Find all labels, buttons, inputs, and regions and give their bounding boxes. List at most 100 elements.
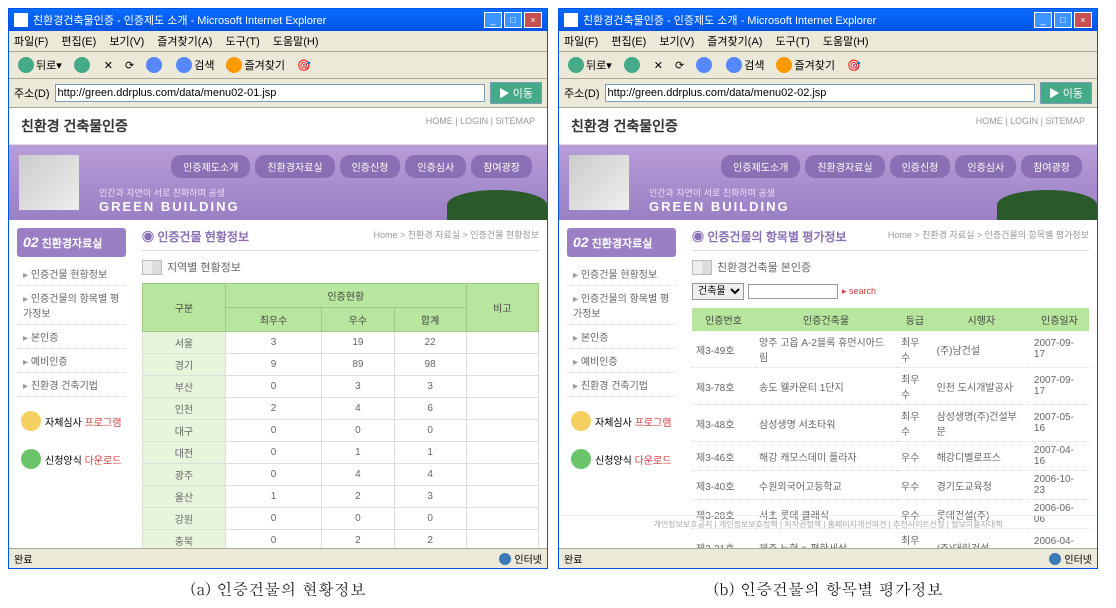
site-links[interactable]: HOME | LOGIN | SITEMAP [426,116,535,136]
forward-button[interactable] [70,55,96,75]
sidebar-item[interactable]: 친환경 건축기법 [567,373,676,397]
cell-good: 4 [322,464,394,486]
maximize-button[interactable]: □ [504,12,522,28]
list-row[interactable]: 제3-49호양주 고읍 A-2블록 휴먼시아드림최우수(주)남건설2007-09… [692,331,1089,368]
titlebar[interactable]: 친환경건축물인증 - 인증제도 소개 - Microsoft Internet … [9,9,547,31]
cell-note [466,354,538,376]
cell-building: 양주 고읍 A-2블록 휴먼시아드림 [755,331,897,368]
close-button[interactable]: × [1074,12,1092,28]
site-logo[interactable]: 친환경 건축물인증 [21,116,128,136]
list-row[interactable]: 제3-21호제주 노형 e-편한세상최우수(주)대림건설2006-04-14 [692,529,1089,549]
sidebar-badge-program[interactable]: 자체심사 프로그램 [567,407,676,435]
site-links[interactable]: HOME | LOGIN | SITEMAP [976,116,1085,136]
list-row[interactable]: 제3-78호송도 웰카운티 1단지최우수인천 도시개발공사2007-09-17 [692,368,1089,405]
nav-item[interactable]: 인증심사 [955,155,1016,178]
list-row[interactable]: 제3-46호해강 캐모스데미 플라자우수해강디벨로프스2007-04-16 [692,442,1089,471]
media-button[interactable]: 🎯 [293,57,315,74]
nav-item[interactable]: 친환경자료실 [805,155,884,178]
sidebar-item[interactable]: 인증건물 현황정보 [17,262,126,286]
menu-file[interactable]: 파일(F) [14,36,48,48]
sidebar-item[interactable]: 본인증 [17,325,126,349]
nav-item[interactable]: 인증제도소개 [171,155,250,178]
cell-grade: 최우수 [897,331,933,368]
sidebar-badge-program[interactable]: 자체심사 프로그램 [17,407,126,435]
globe-icon [499,553,511,565]
go-button[interactable]: ▶ 이동 [1040,82,1092,104]
stop-button[interactable]: ✕ [100,57,117,74]
sidebar-item[interactable]: 예비인증 [17,349,126,373]
home-button[interactable] [692,55,718,75]
menu-favorites[interactable]: 즐겨찾기(A) [707,36,762,48]
search-input[interactable] [748,284,838,299]
nav-item[interactable]: 인증제도소개 [721,155,800,178]
nav-item[interactable]: 참여광장 [471,155,532,178]
sidebar-item[interactable]: 본인증 [567,325,676,349]
favorites-button[interactable]: 즐겨찾기 [222,55,288,75]
nav-item[interactable]: 참여광장 [1021,155,1082,178]
list-row[interactable]: 제3-48호삼성생명 서초타워최우수삼성생명(주)건설부문2007-05-16 [692,405,1089,442]
home-button[interactable] [142,55,168,75]
address-label: 주소(D) [14,85,50,101]
cell-good: 2 [322,530,394,549]
go-button[interactable]: ▶ 이동 [490,82,542,104]
sidebar-item[interactable]: 예비인증 [567,349,676,373]
menu-tools[interactable]: 도구(T) [776,36,810,48]
menu-edit[interactable]: 편집(E) [611,36,646,48]
menu-view[interactable]: 보기(V) [109,36,144,48]
nav-item[interactable]: 인증신청 [340,155,401,178]
nav-item[interactable]: 친환경자료실 [255,155,334,178]
menu-view[interactable]: 보기(V) [659,36,694,48]
minimize-button[interactable]: _ [484,12,502,28]
sidebar-item[interactable]: 인증건물의 항목별 평가정보 [567,286,676,325]
address-input[interactable] [55,84,485,102]
cell-note [466,508,538,530]
cell-best: 0 [225,442,321,464]
cell-total: 1 [394,442,466,464]
breadcrumb[interactable]: Home > 친환경 자료실 > 인증건물 현황정보 [374,228,539,241]
table-row: 광주044 [143,464,539,486]
cell-operator: 삼성생명(주)건설부문 [933,405,1030,442]
menu-favorites[interactable]: 즐겨찾기(A) [157,36,212,48]
sidebar-badge-download[interactable]: 신청양식 다운로드 [17,445,126,473]
favorites-button[interactable]: 즐겨찾기 [772,55,838,75]
maximize-button[interactable]: □ [1054,12,1072,28]
address-input[interactable] [605,84,1035,102]
minimize-button[interactable]: _ [1034,12,1052,28]
list-row[interactable]: 제3-40호수원외국어고등학교우수경기도교육청2006-10-23 [692,471,1089,500]
sidebar-item[interactable]: 인증건물 현황정보 [567,262,676,286]
menu-tools[interactable]: 도구(T) [226,36,260,48]
cell-building: 제주 노형 e-편한세상 [755,529,897,549]
menu-edit[interactable]: 편집(E) [61,36,96,48]
cell-grade: 우수 [897,442,933,471]
media-button[interactable]: 🎯 [843,57,865,74]
search-button[interactable]: 검색 [722,55,768,75]
close-button[interactable]: × [524,12,542,28]
nav-item[interactable]: 인증심사 [405,155,466,178]
back-button[interactable]: 뒤로 ▾ [564,55,616,75]
site-logo[interactable]: 친환경 건축물인증 [571,116,678,136]
cell-note [466,486,538,508]
refresh-button[interactable]: ⟳ [671,57,688,74]
table-row: 부산033 [143,376,539,398]
search-button[interactable]: ▸ search [842,286,876,297]
cell-good: 19 [322,332,394,354]
sidebar-item[interactable]: 인증건물의 항목별 평가정보 [17,286,126,325]
breadcrumb[interactable]: Home > 친환경 자료실 > 인증건물의 항목별 평가정보 [888,228,1089,241]
menu-help[interactable]: 도움말(H) [823,36,869,48]
back-button[interactable]: 뒤로 ▾ [14,55,66,75]
footer-links[interactable]: 개인정보보호공지 | 개인정보보호정책 | 저작권정책 | 홈페이지개선의견 |… [559,515,1097,530]
menu-help[interactable]: 도움말(H) [273,36,319,48]
cell-note [466,420,538,442]
search-button[interactable]: 검색 [172,55,218,75]
sidebar-item[interactable]: 친환경 건축기법 [17,373,126,397]
titlebar[interactable]: 친환경건축물인증 - 인증제도 소개 - Microsoft Internet … [559,9,1097,31]
sidebar-badge-download[interactable]: 신청양식 다운로드 [567,445,676,473]
search-select[interactable]: 건축물 [692,283,744,300]
stop-button[interactable]: ✕ [650,57,667,74]
status-done: 완료 [14,551,32,566]
cell-number: 제3-48호 [692,405,755,442]
nav-item[interactable]: 인증신청 [890,155,951,178]
menu-file[interactable]: 파일(F) [564,36,598,48]
forward-button[interactable] [620,55,646,75]
refresh-button[interactable]: ⟳ [121,57,138,74]
